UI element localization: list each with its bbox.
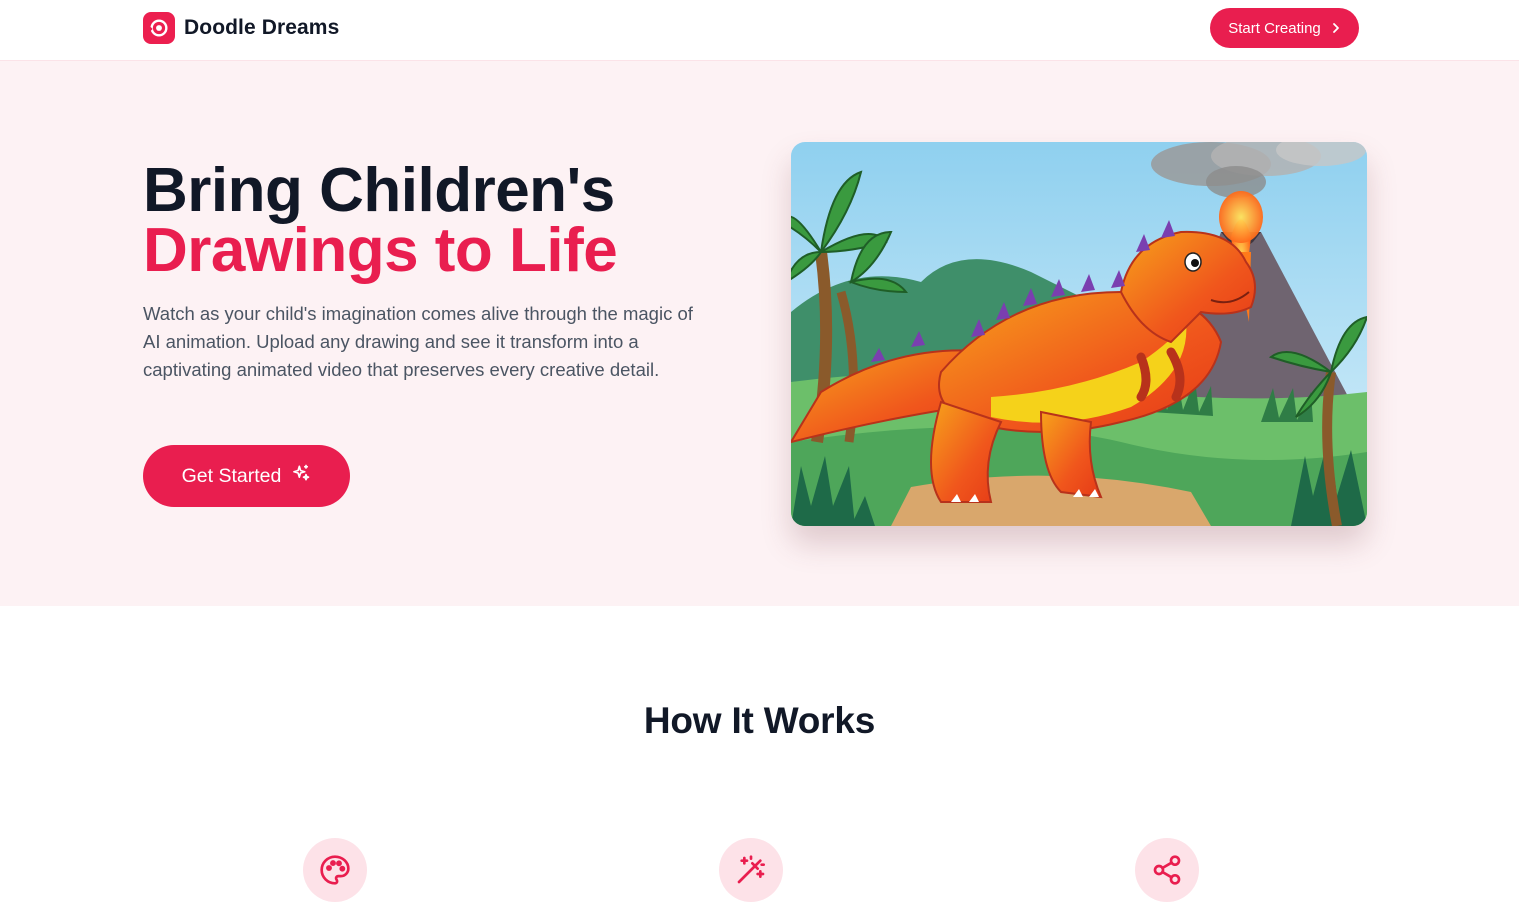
dinosaur-volcano-drawing <box>791 142 1367 526</box>
magic-wand-icon <box>719 838 783 902</box>
chevron-right-icon <box>1331 22 1341 34</box>
get-started-label: Get Started <box>181 464 282 487</box>
hero-description: Watch as your child's imagination comes … <box>143 303 693 380</box>
doodle-logo-icon <box>143 12 175 44</box>
share-icon <box>1135 838 1199 902</box>
start-creating-button[interactable]: Start Creating <box>1210 8 1359 48</box>
hero-title-line2: Drawings to Life <box>143 216 618 285</box>
hero-title: Bring Children's Drawings to Life <box>143 156 618 285</box>
get-started-button[interactable]: Get Started <box>143 445 350 507</box>
hero-section: Bring Children's Drawings to Life Watch … <box>0 61 1519 606</box>
how-it-works-title: How It Works <box>643 700 876 741</box>
site-header: Doodle Dreams Start Creating <box>0 0 1519 61</box>
palette-icon <box>303 838 367 902</box>
brand[interactable]: Doodle Dreams <box>143 12 339 44</box>
brand-name: Doodle Dreams <box>184 16 340 39</box>
sparkles-icon <box>291 463 311 489</box>
hero-title-line1: Bring Children's <box>143 156 615 225</box>
start-creating-label: Start Creating <box>1228 19 1321 37</box>
